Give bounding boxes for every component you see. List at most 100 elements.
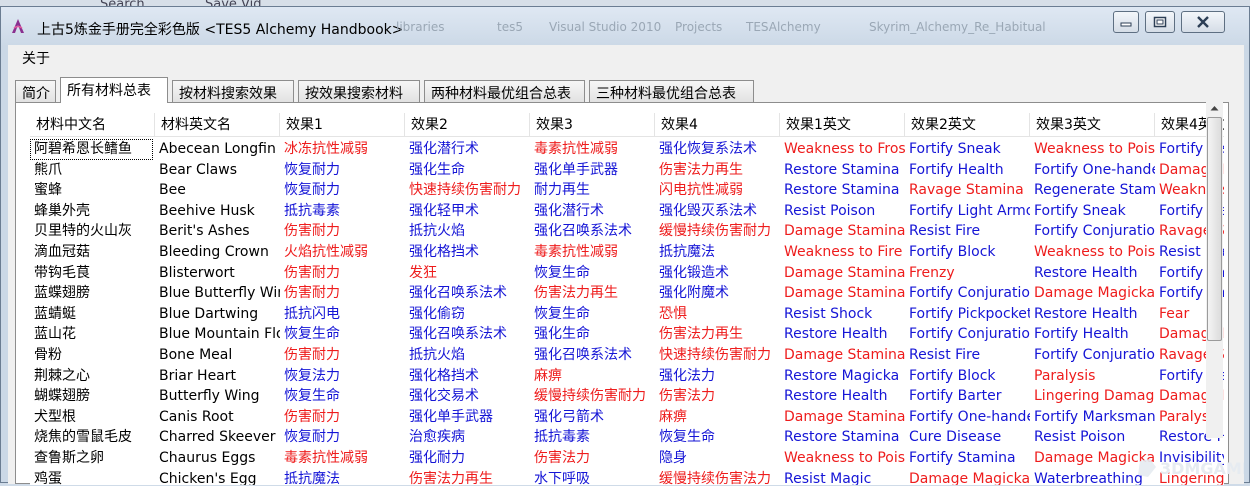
table-cell-effect3[interactable]: 耐力再生 bbox=[530, 180, 655, 201]
table-cell-en-name[interactable]: Beehive Husk bbox=[155, 201, 280, 222]
table-cell-effect1-en[interactable]: Restore Health bbox=[780, 324, 905, 345]
table-cell-cn-name[interactable]: 蝴蝶翅膀 bbox=[30, 386, 153, 407]
table-cell-cn-name[interactable]: 蓝蜻蜓 bbox=[30, 304, 153, 325]
minimize-button[interactable] bbox=[1113, 11, 1139, 33]
table-cell-effect1[interactable]: 恢复生命 bbox=[280, 324, 405, 345]
table-cell-effect1-en[interactable]: Restore Health bbox=[780, 386, 905, 407]
table-cell-effect3-en[interactable]: Fortify Health bbox=[1030, 324, 1155, 345]
table-cell-effect2[interactable]: 强化召唤系法术 bbox=[405, 324, 530, 345]
table-cell-effect3[interactable]: 麻痹 bbox=[530, 366, 655, 387]
table-cell-effect2-en[interactable]: Fortify Light Armor bbox=[905, 201, 1030, 222]
table-cell-en-name[interactable]: Charred Skeever Hide bbox=[155, 427, 280, 448]
table-cell-effect3-en[interactable]: Restore Health bbox=[1030, 304, 1155, 325]
table-cell-effect1[interactable]: 毒素抗性减弱 bbox=[280, 448, 405, 469]
table-cell-effect2[interactable]: 强化格挡术 bbox=[405, 242, 530, 263]
table-cell-cn-name[interactable]: 蓝蝶翅膀 bbox=[30, 283, 153, 304]
table-cell-effect1-en[interactable]: Damage Stamina bbox=[780, 345, 905, 366]
table-cell-effect2[interactable]: 强化潜行术 bbox=[405, 139, 530, 160]
table-cell-effect4[interactable]: 隐身 bbox=[655, 448, 780, 469]
table-cell-effect2-en[interactable]: Fortify Conjuration bbox=[905, 283, 1030, 304]
close-button[interactable] bbox=[1181, 11, 1225, 33]
maximize-button[interactable] bbox=[1145, 11, 1175, 33]
table-cell-effect3-en[interactable]: Fortify One-handed bbox=[1030, 160, 1155, 181]
table-cell-effect1[interactable]: 抵抗毒素 bbox=[280, 201, 405, 222]
table-cell-cn-name[interactable]: 蜜蜂 bbox=[30, 180, 153, 201]
table-cell-effect2[interactable]: 抵抗火焰 bbox=[405, 221, 530, 242]
table-cell-en-name[interactable]: Chaurus Eggs bbox=[155, 448, 280, 469]
table-cell-effect2[interactable]: 强化单手武器 bbox=[405, 407, 530, 428]
table-cell-effect2-en[interactable]: Fortify Stamina bbox=[905, 448, 1030, 469]
tab-search-by-ingredient[interactable]: 按材料搜索效果 bbox=[172, 80, 294, 102]
table-cell-cn-name[interactable]: 滴血冠菇 bbox=[30, 242, 153, 263]
table-cell-effect1[interactable]: 伤害耐力 bbox=[280, 221, 405, 242]
table-cell-effect3-en[interactable]: Weakness to Poison bbox=[1030, 139, 1155, 160]
title-bar[interactable]: 上古5炼金手册完全彩色版 <TES5 Alchemy Handbook> lib… bbox=[1, 7, 1249, 45]
table-cell-effect2-en[interactable]: Resist Fire bbox=[905, 345, 1030, 366]
table-cell-effect2[interactable]: 治愈疾病 bbox=[405, 427, 530, 448]
table-cell-cn-name[interactable]: 烧焦的雪鼠毛皮 bbox=[30, 427, 153, 448]
table-cell-effect4[interactable]: 快速持续伤害耐力 bbox=[655, 345, 780, 366]
table-cell-cn-name[interactable]: 犬型根 bbox=[30, 407, 153, 428]
table-cell-cn-name[interactable]: 带钩毛茛 bbox=[30, 263, 153, 284]
table-cell-cn-name[interactable]: 熊爪 bbox=[30, 160, 153, 181]
menu-about[interactable]: 关于 bbox=[22, 48, 50, 68]
table-cell-effect3-en[interactable]: Fortify Conjuration bbox=[1030, 221, 1155, 242]
table-cell-effect3-en[interactable]: Damage Magicka Regen bbox=[1030, 283, 1155, 304]
table-cell-effect1-en[interactable]: Weakness to Poison bbox=[780, 448, 905, 469]
table-cell-effect1-en[interactable]: Restore Stamina bbox=[780, 180, 905, 201]
table-cell-effect3[interactable]: 恢复生命 bbox=[530, 304, 655, 325]
table-cell-effect3-en[interactable]: Resist Poison bbox=[1030, 427, 1155, 448]
table-cell-effect1[interactable]: 恢复耐力 bbox=[280, 427, 405, 448]
table-cell-effect2[interactable]: 抵抗火焰 bbox=[405, 345, 530, 366]
table-cell-effect2[interactable]: 强化轻甲术 bbox=[405, 201, 530, 222]
table-cell-effect3[interactable]: 抵抗毒素 bbox=[530, 427, 655, 448]
table-cell-effect1-en[interactable]: Restore Stamina bbox=[780, 427, 905, 448]
table-cell-effect3-en[interactable]: Fortify Sneak bbox=[1030, 201, 1155, 222]
tab-two-ingredient-combos[interactable]: 两种材料最优组合总表 bbox=[424, 80, 585, 102]
table-cell-effect1[interactable]: 冰冻抗性减弱 bbox=[280, 139, 405, 160]
column-header-effect1-en[interactable]: 效果1英文 bbox=[780, 113, 905, 137]
table-cell-en-name[interactable]: Canis Root bbox=[155, 407, 280, 428]
table-cell-effect4[interactable]: 伤害法力 bbox=[655, 386, 780, 407]
table-cell-en-name[interactable]: Bear Claws bbox=[155, 160, 280, 181]
table-cell-effect2[interactable]: 强化召唤系法术 bbox=[405, 283, 530, 304]
table-cell-en-name[interactable]: Abecean Longfin bbox=[155, 139, 280, 160]
table-cell-effect3-en[interactable]: Fortify Conjuration bbox=[1030, 345, 1155, 366]
table-cell-effect1[interactable]: 伤害耐力 bbox=[280, 263, 405, 284]
table-cell-en-name[interactable]: Blue Butterfly Wing bbox=[155, 283, 280, 304]
scrollbar-thumb[interactable] bbox=[1207, 117, 1222, 341]
table-cell-effect1[interactable]: 恢复耐力 bbox=[280, 160, 405, 181]
table-cell-effect1-en[interactable]: Restore Stamina bbox=[780, 160, 905, 181]
table-cell-effect2[interactable]: 快速持续伤害耐力 bbox=[405, 180, 530, 201]
table-cell-effect2-en[interactable]: Fortify Block bbox=[905, 366, 1030, 387]
column-header-effect4[interactable]: 效果4 bbox=[655, 113, 780, 137]
table-cell-effect4[interactable]: 恢复生命 bbox=[655, 427, 780, 448]
table-cell-effect1-en[interactable]: Damage Stamina bbox=[780, 283, 905, 304]
column-header-cn-name[interactable]: 材料中文名 bbox=[30, 113, 155, 137]
table-cell-effect2-en[interactable]: Cure Disease bbox=[905, 427, 1030, 448]
table-cell-effect2-en[interactable]: Resist Fire bbox=[905, 221, 1030, 242]
table-cell-effect4[interactable]: 伤害法力再生 bbox=[655, 160, 780, 181]
table-cell-effect1[interactable]: 抵抗闪电 bbox=[280, 304, 405, 325]
table-cell-effect4[interactable]: 强化锻造术 bbox=[655, 263, 780, 284]
table-cell-effect3-en[interactable]: Fortify Marksman bbox=[1030, 407, 1155, 428]
table-cell-effect1-en[interactable]: Weakness to Fire bbox=[780, 242, 905, 263]
table-cell-effect3[interactable]: 毒素抗性减弱 bbox=[530, 242, 655, 263]
table-cell-effect4[interactable]: 闪电抗性减弱 bbox=[655, 180, 780, 201]
table-cell-effect2-en[interactable]: Frenzy bbox=[905, 263, 1030, 284]
table-cell-effect2-en[interactable]: Fortify One-handed bbox=[905, 407, 1030, 428]
table-cell-effect1[interactable]: 恢复法力 bbox=[280, 366, 405, 387]
table-cell-effect1-en[interactable]: Weakness to Frost bbox=[780, 139, 905, 160]
table-cell-effect2-en[interactable]: Fortify Sneak bbox=[905, 139, 1030, 160]
table-cell-effect3[interactable]: 毒素抗性减弱 bbox=[530, 139, 655, 160]
table-cell-effect3[interactable]: 强化召唤系法术 bbox=[530, 345, 655, 366]
table-cell-effect4[interactable]: 强化毁灭系法术 bbox=[655, 201, 780, 222]
table-cell-en-name[interactable]: Bleeding Crown bbox=[155, 242, 280, 263]
table-cell-effect2[interactable]: 发狂 bbox=[405, 263, 530, 284]
table-cell-effect3-en[interactable]: Lingering Damage Stamina bbox=[1030, 386, 1155, 407]
scroll-up-arrow-icon[interactable] bbox=[1206, 99, 1223, 116]
table-cell-effect1[interactable]: 恢复耐力 bbox=[280, 180, 405, 201]
column-header-effect3[interactable]: 效果3 bbox=[530, 113, 655, 137]
table-cell-effect4[interactable]: 伤害法力再生 bbox=[655, 324, 780, 345]
table-cell-effect1[interactable]: 恢复生命 bbox=[280, 386, 405, 407]
